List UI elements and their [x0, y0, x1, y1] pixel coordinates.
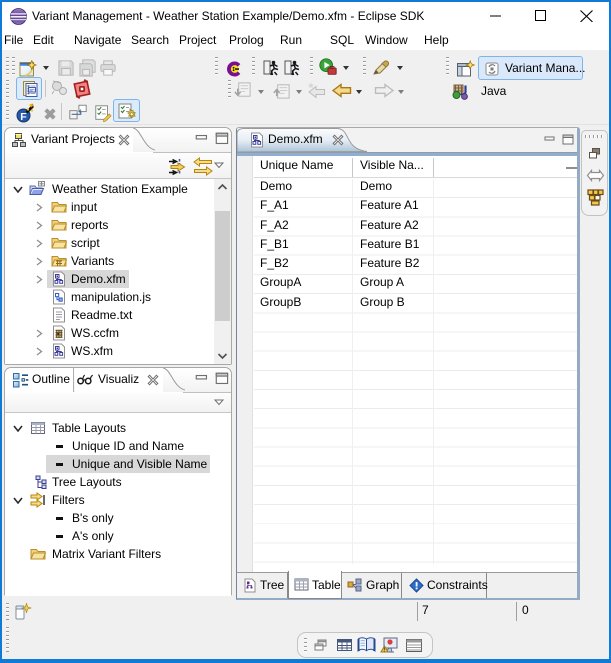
svg-text:!: !	[383, 648, 385, 654]
svg-text:F: F	[20, 111, 27, 123]
